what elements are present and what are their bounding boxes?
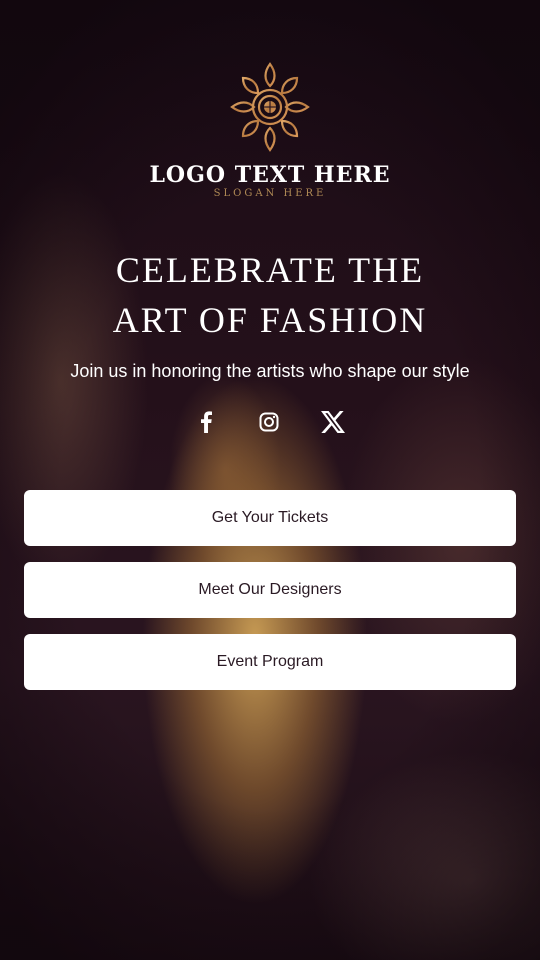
- meet-designers-button[interactable]: Meet Our Designers: [24, 562, 516, 618]
- logo-text: LOGO TEXT HERE: [149, 162, 391, 188]
- social-links: [0, 404, 540, 440]
- headline-line-1: CELEBRATE THE: [115, 250, 425, 290]
- tagline: Join us in honoring the artists who shap…: [70, 361, 470, 381]
- get-tickets-button[interactable]: Get Your Tickets: [24, 490, 516, 546]
- x-link[interactable]: [315, 404, 351, 440]
- facebook-link[interactable]: [188, 404, 224, 440]
- slogan: SLOGAN HERE: [213, 188, 327, 199]
- instagram-icon: [259, 412, 279, 432]
- headline-line-2: ART OF FASHION: [112, 300, 428, 340]
- headline: CELEBRATE THE ART OF FASHION: [0, 245, 540, 345]
- instagram-link[interactable]: [251, 404, 287, 440]
- x-icon: [321, 411, 345, 433]
- mandala-icon: [230, 62, 310, 152]
- brand-logo: LOGO TEXT HERE SLOGAN HERE: [0, 62, 540, 199]
- event-program-button[interactable]: Event Program: [24, 634, 516, 690]
- facebook-icon: [201, 411, 212, 433]
